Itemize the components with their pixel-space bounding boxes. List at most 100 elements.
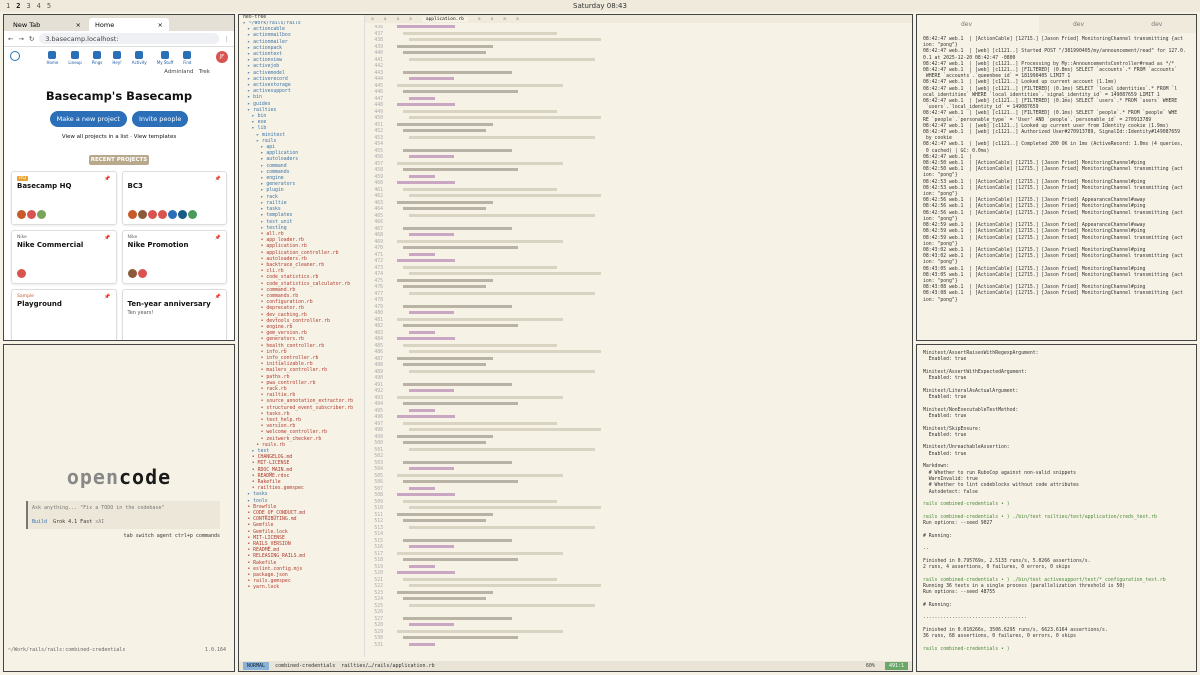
trek-link[interactable]: Trek [199,69,210,75]
file-tree: ▸ ~/Work/rails/rails ▸ actioncable ▸ actio… [243,21,359,657]
nav-label: Find [183,60,192,65]
source-text[interactable] [397,25,908,649]
code-text-shape [397,278,493,282]
agent-mode[interactable]: Build [32,519,47,525]
dev-server-terminal: dev dev dev 08:42:47 web.1 | [ActionCabl… [916,14,1197,341]
buffer-tab[interactable]: a [396,17,399,22]
forward-icon[interactable]: → [18,35,23,43]
log-line: 08:42:47 web.1 | [web] [c1121..] [FILTER… [923,86,1178,92]
code-text-shape [397,590,493,594]
code-area[interactable]: 436 437 438 439 440 441 442 443 444 445 … [365,25,912,657]
buffer-tab[interactable]: a [384,17,387,22]
shell-output[interactable]: Minitest/AssertRaisesWithRegexpArgument:… [917,345,1196,659]
code-text-shape [409,155,454,158]
log-line: 08:42:59 web.1 | [ActionCable] [12715.] … [923,235,1183,241]
prompt-input[interactable]: Ask anything... "Fix a TODO in the codeb… [26,501,220,529]
adminland-link[interactable]: Adminland [164,69,193,75]
server-log[interactable]: 08:42:47 web.1 | [ActionCable] [12715.] … [917,33,1196,308]
code-text-shape [403,265,557,269]
back-icon[interactable]: ← [8,35,13,43]
tree-file[interactable]: • structured_event_subscriber.rb [243,406,359,412]
code-text-shape [403,597,487,600]
nav-icon [135,51,144,59]
log-line: 08:42:47 web.1 | [web] [c1121..] Authori… [923,130,1181,136]
nav-item[interactable]: Find [183,51,191,65]
nav-icon [71,51,80,59]
nav-item[interactable]: Lineup [68,51,82,65]
tree-file[interactable]: • yarn.lock [243,585,359,591]
code-text-shape [409,291,595,295]
buffer-tab[interactable]: a [371,17,374,22]
tab-dev[interactable]: dev [1118,15,1196,33]
tab-dev[interactable]: dev [1039,15,1117,33]
reload-icon[interactable]: ↻ [29,35,34,43]
pin-icon[interactable]: 📌 [104,235,110,241]
project-card[interactable]: HQ Basecamp HQ 📌 [11,171,117,225]
model-name[interactable]: Grok 4.1 Fast [53,519,92,525]
pin-icon[interactable]: 📌 [104,294,110,300]
buffer-tab[interactable]: a [516,17,519,22]
avatar [187,210,197,219]
code-text-shape [403,324,519,327]
code-text-shape [409,506,601,509]
code-text-shape [403,363,487,366]
code-text-shape [403,51,487,54]
project-card[interactable]: Sample Playground 📌 [11,289,117,340]
project-name: BC3 [127,182,143,190]
nav-item[interactable]: Pings [92,51,102,65]
buffer-tab[interactable]: a [478,17,481,22]
address-bar[interactable]: 3.basecamp.localhost: [39,33,219,44]
code-text-shape [403,109,557,113]
tab-home[interactable]: Home × [89,18,169,31]
avatar [147,210,157,219]
code-editor[interactable]: a a a a application.rb a a a a 436 437 438 439 4… [364,15,912,657]
project-card[interactable]: Nike Nike Commercial 📌 [11,230,117,284]
code-text-shape [409,233,454,236]
avatar-group [127,269,147,278]
browser-window: New Tab × Home × ← → ↻ 3.basecamp.localhos… [3,14,235,341]
code-text-shape [397,629,564,633]
nav-icon [113,51,122,59]
nav-item[interactable]: Activity [132,51,147,65]
close-icon[interactable]: × [76,21,81,29]
code-text-shape [403,616,512,620]
code-text-shape [403,558,519,561]
view-all-links[interactable]: View all projects in a list · View templ… [4,134,234,140]
menu-icon[interactable]: ⋮ [224,35,231,43]
invite-people-button[interactable]: Invite people [131,111,189,127]
tree-file[interactable]: • source_annotation_extractor.rb [243,399,359,405]
code-text-shape [409,135,595,139]
nav-item[interactable]: My Stuff [157,51,173,65]
nav-item[interactable]: Home [47,51,58,65]
avatar[interactable]: JF [216,51,228,63]
project-card[interactable]: BC3 📌 [121,171,227,225]
buffer-tab[interactable]: a [503,17,506,22]
code-text-shape [403,402,519,405]
buffer-tabs: a a a a application.rb a a a a [365,15,912,23]
project-card[interactable]: Nike Nike Promotion 📌 [121,230,227,284]
pin-icon[interactable]: 📌 [104,176,110,182]
avatar [167,210,177,219]
basecamp-logo[interactable] [10,51,20,61]
neovim-window: neo-tree ▸ ~/Work/rails/rails ▸ actioncab… [238,14,913,672]
new-project-button[interactable]: Make a new project [49,111,127,127]
opencode-terminal: opencode Ask anything... "Fix a TODO in … [3,344,235,672]
code-text-shape [403,421,557,425]
project-card[interactable]: Ten-year anniversary Ten years! 📌 [121,289,227,340]
tree-file[interactable]: • code_statistics_calculator.rb [243,282,359,288]
buffer-tab[interactable]: a [409,17,412,22]
buffer-tab[interactable]: application.rb [421,16,468,22]
log-line: RE `people`.`personable_type` = 'User' A… [923,117,1152,123]
code-text-shape [397,512,493,516]
basecamp-nav: Home Lineup Pings Hey! Activity My Stuff Find [4,47,234,65]
status-line: NORMAL combined-credentials railties/…/r… [239,661,912,671]
nav-item[interactable]: Hey! [112,51,122,65]
pin-icon[interactable]: 📌 [215,176,221,182]
pin-icon[interactable]: 📌 [215,294,221,300]
tab-dev[interactable]: dev [917,15,1040,33]
pin-icon[interactable]: 📌 [215,235,221,241]
tab-new-tab[interactable]: New Tab × [7,18,87,31]
close-icon[interactable]: × [158,21,163,29]
buffer-tab[interactable]: a [491,17,494,22]
code-text-shape [397,571,455,574]
